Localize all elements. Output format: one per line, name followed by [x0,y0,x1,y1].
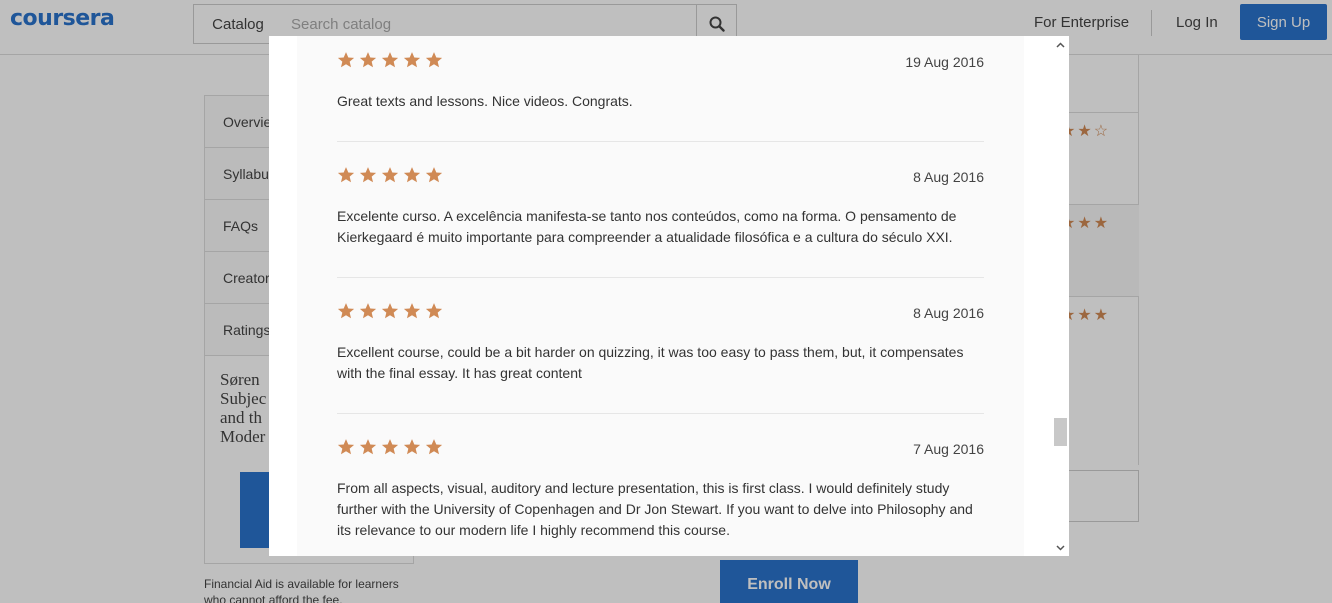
star-icon [337,303,355,319]
star-icon [425,52,443,68]
star-icon [425,439,443,455]
review-date: 8 Aug 2016 [913,305,984,321]
star-icon [359,167,377,183]
review-item: 8 Aug 2016 Excellent course, could be a … [337,302,984,412]
star-icon [337,52,355,68]
review-text: From all aspects, visual, auditory and l… [337,480,973,538]
review-date: 19 Aug 2016 [905,54,984,70]
review-date: 7 Aug 2016 [913,441,984,457]
star-icon [381,167,399,183]
star-icon [403,439,421,455]
review-rating [337,302,443,320]
review-rating [337,166,443,184]
modal-scrollbar[interactable] [1052,36,1069,556]
star-icon [403,167,421,183]
scroll-down-button[interactable] [1052,539,1069,556]
review-text: Excellent course, could be a bit harder … [337,344,964,381]
review-item: 7 Aug 2016 From all aspects, visual, aud… [337,438,984,556]
star-icon [359,439,377,455]
star-icon [425,167,443,183]
reviews-list: 19 Aug 2016 Great texts and lessons. Nic… [297,36,1024,556]
review-rating [337,51,443,69]
chevron-up-icon [1056,41,1065,48]
review-divider [337,141,984,142]
star-icon [425,303,443,319]
star-icon [337,167,355,183]
star-icon [403,52,421,68]
review-item: 8 Aug 2016 Excelente curso. A excelência… [337,166,984,276]
star-icon [381,303,399,319]
scroll-up-button[interactable] [1052,36,1069,53]
chevron-down-icon [1056,544,1065,551]
scroll-thumb[interactable] [1054,418,1067,446]
review-rating [337,438,443,456]
review-item: 19 Aug 2016 Great texts and lessons. Nic… [337,51,984,151]
star-icon [381,52,399,68]
reviews-modal: 19 Aug 2016 Great texts and lessons. Nic… [269,36,1069,556]
review-divider [337,277,984,278]
review-divider [337,413,984,414]
star-icon [337,439,355,455]
star-icon [403,303,421,319]
star-icon [381,439,399,455]
review-text: Great texts and lessons. Nice videos. Co… [337,93,633,109]
star-icon [359,52,377,68]
star-icon [359,303,377,319]
review-text: Excelente curso. A excelência manifesta-… [337,208,957,245]
review-date: 8 Aug 2016 [913,169,984,185]
